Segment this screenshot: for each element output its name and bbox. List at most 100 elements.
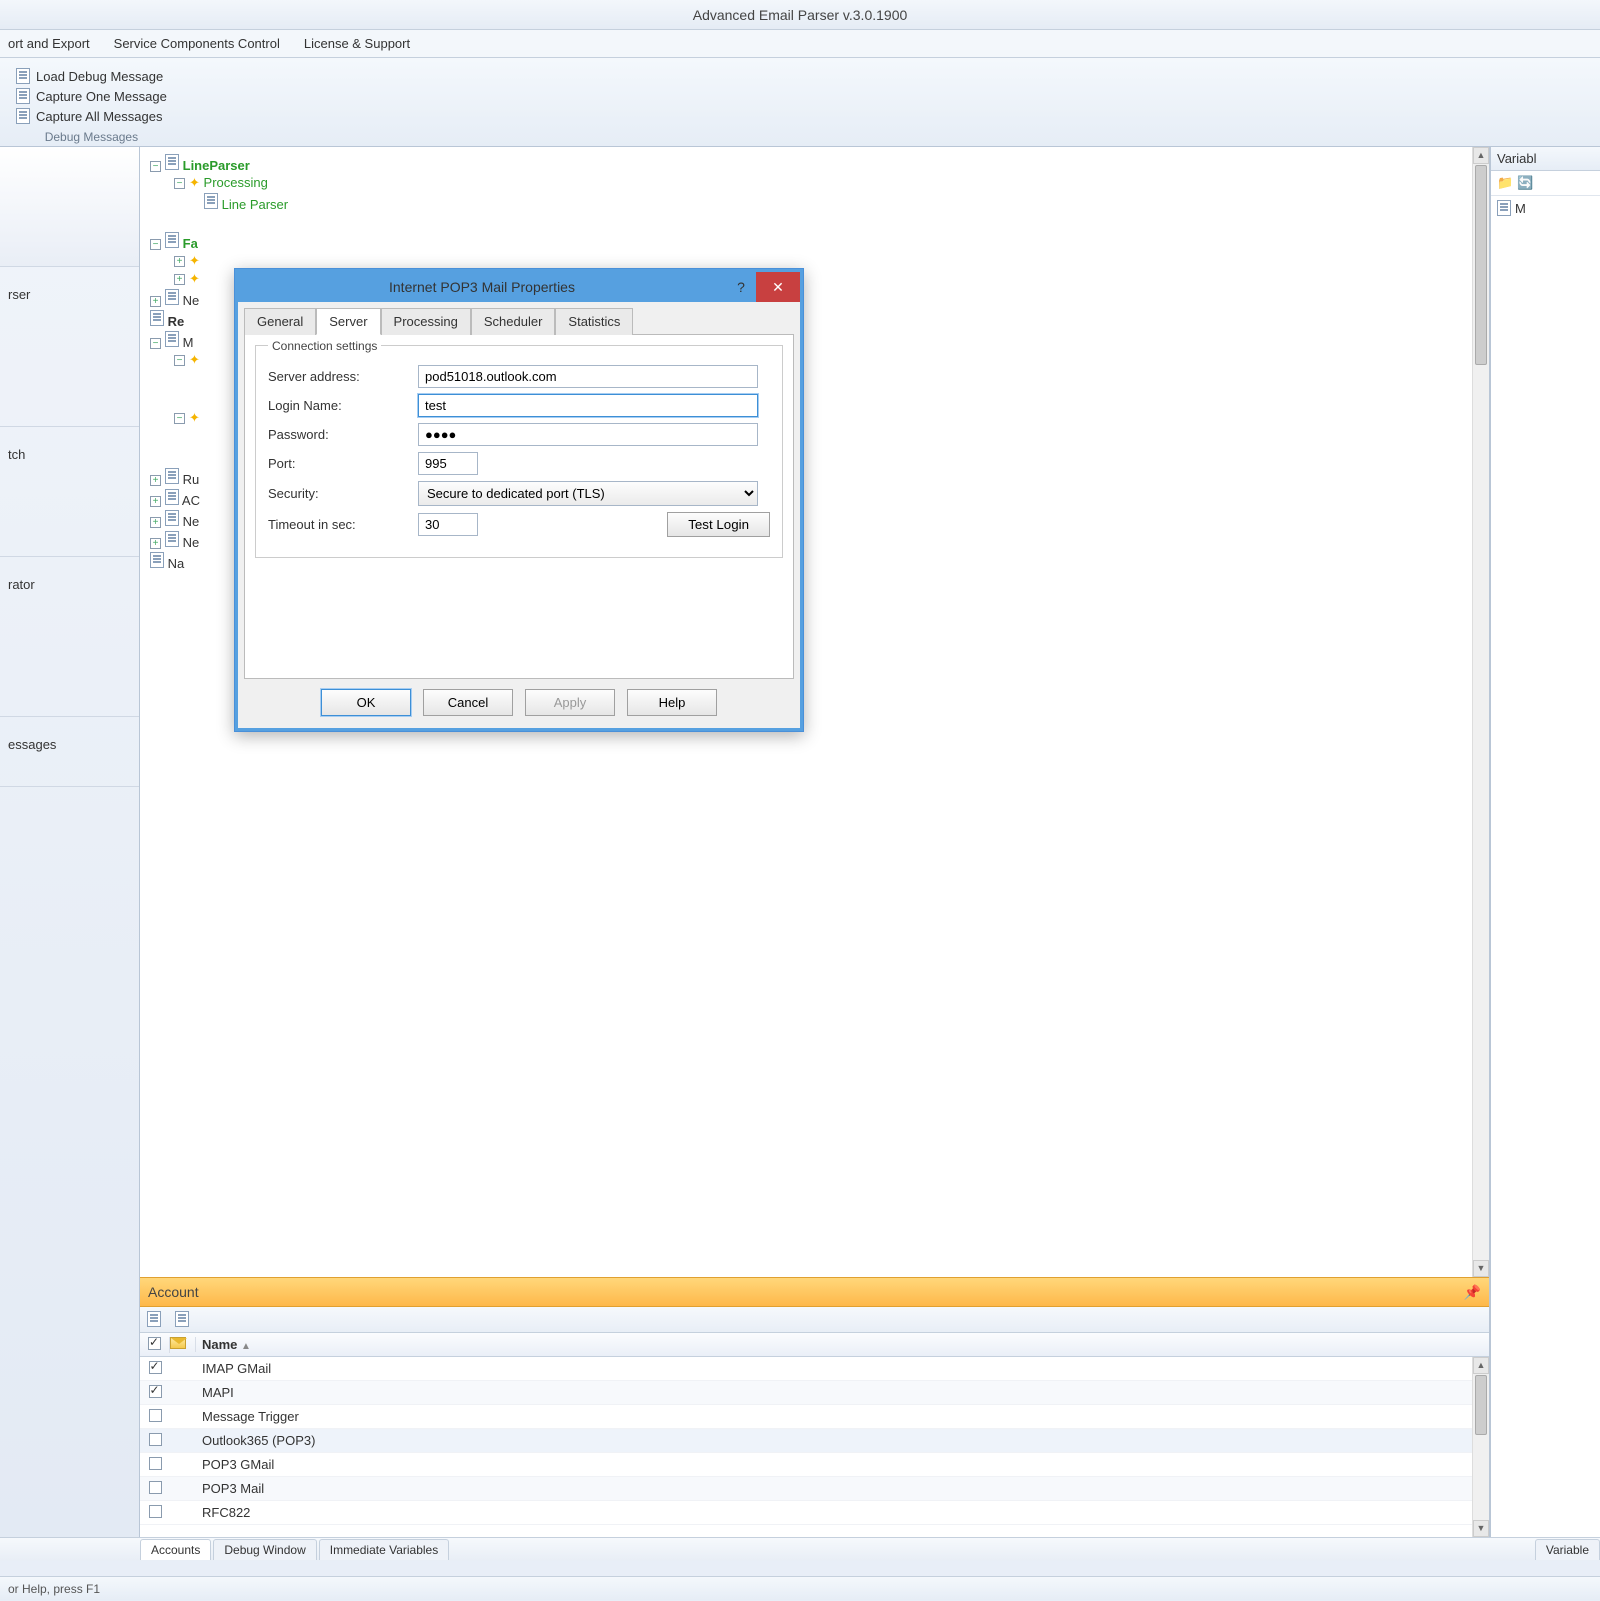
pin-icon[interactable]: 📌 (1464, 1284, 1481, 1301)
tree-item[interactable]: Ne (183, 535, 200, 550)
apply-button[interactable]: Apply (525, 689, 615, 716)
timeout-label: Timeout in sec: (268, 517, 418, 532)
nav-section[interactable] (0, 147, 139, 267)
tree-item[interactable]: Fa (183, 236, 198, 251)
scroll-thumb[interactable] (1475, 1375, 1487, 1435)
document-icon (1497, 200, 1511, 216)
row-checkbox[interactable] (149, 1361, 162, 1374)
expand-icon[interactable]: + (150, 538, 161, 549)
scrollbar-vertical[interactable]: ▲ ▼ (1472, 147, 1489, 1277)
gear-icon: ✦ (189, 410, 200, 425)
nav-section[interactable]: tch (0, 427, 139, 557)
timeout-input[interactable] (418, 513, 478, 536)
menu-license-support[interactable]: License & Support (304, 36, 410, 51)
account-row[interactable]: MAPI (140, 1381, 1489, 1405)
scroll-down-icon[interactable]: ▼ (1473, 1260, 1489, 1277)
nav-section[interactable]: essages (0, 717, 139, 787)
collapse-icon[interactable]: − (150, 239, 161, 250)
bottom-tab-bar: Accounts Debug Window Immediate Variable… (0, 1537, 1600, 1561)
tree-item-lineparser[interactable]: LineParser (183, 158, 250, 173)
menu-service-components[interactable]: Service Components Control (114, 36, 280, 51)
collapse-icon[interactable]: − (150, 338, 161, 349)
security-select[interactable]: Secure to dedicated port (TLS) (418, 481, 758, 506)
ok-button[interactable]: OK (321, 689, 411, 716)
row-checkbox[interactable] (149, 1481, 162, 1494)
capture-all-messages-button[interactable]: Capture All Messages (12, 106, 171, 126)
login-name-input[interactable] (418, 394, 758, 417)
tab-immediate-variables[interactable]: Immediate Variables (319, 1539, 450, 1560)
scroll-down-icon[interactable]: ▼ (1473, 1520, 1489, 1537)
capture-one-message-button[interactable]: Capture One Message (12, 86, 171, 106)
tab-accounts[interactable]: Accounts (140, 1539, 211, 1560)
expand-icon[interactable]: + (150, 296, 161, 307)
collapse-icon[interactable]: − (174, 413, 185, 424)
load-debug-message-button[interactable]: Load Debug Message (12, 66, 171, 86)
close-icon[interactable]: ✕ (756, 272, 800, 302)
collapse-icon[interactable]: − (150, 161, 161, 172)
tab-scheduler[interactable]: Scheduler (471, 308, 556, 335)
cancel-button[interactable]: Cancel (423, 689, 513, 716)
expand-icon[interactable]: + (150, 517, 161, 528)
toolbar-button[interactable] (174, 1310, 196, 1330)
server-address-label: Server address: (268, 369, 418, 384)
nav-section[interactable]: rser (0, 267, 139, 427)
password-input[interactable] (418, 423, 758, 446)
scroll-up-icon[interactable]: ▲ (1473, 147, 1489, 164)
tab-server[interactable]: Server (316, 308, 380, 335)
gear-icon: ✦ (189, 175, 200, 190)
port-input[interactable] (418, 452, 478, 475)
scroll-up-icon[interactable]: ▲ (1473, 1357, 1489, 1374)
document-icon (165, 510, 179, 526)
test-login-button[interactable]: Test Login (667, 512, 770, 537)
folder-icon[interactable]: 📁 (1497, 175, 1513, 191)
row-checkbox[interactable] (149, 1457, 162, 1470)
refresh-icon[interactable]: 🔄 (1517, 175, 1533, 191)
account-row[interactable]: Outlook365 (POP3) (140, 1429, 1489, 1453)
help-button[interactable]: Help (627, 689, 717, 716)
help-icon[interactable]: ? (726, 279, 756, 295)
dialog-buttons: OK Cancel Apply Help (244, 679, 794, 722)
tree-item[interactable]: Na (168, 556, 185, 571)
select-all-checkbox[interactable] (148, 1337, 161, 1350)
menu-import-export[interactable]: ort and Export (8, 36, 90, 51)
dialog-titlebar[interactable]: Internet POP3 Mail Properties ? ✕ (238, 272, 800, 302)
collapse-icon[interactable]: − (174, 355, 185, 366)
tab-processing[interactable]: Processing (381, 308, 471, 335)
nav-section[interactable]: rator (0, 557, 139, 717)
ribbon-label: Load Debug Message (36, 69, 163, 84)
tree-item[interactable]: M (183, 335, 194, 350)
scrollbar-vertical[interactable]: ▲ ▼ (1472, 1357, 1489, 1537)
tab-debug-window[interactable]: Debug Window (213, 1539, 316, 1560)
expand-icon[interactable]: + (174, 274, 185, 285)
column-name-header[interactable]: Name ▲ (196, 1337, 1489, 1352)
account-row[interactable]: POP3 Mail (140, 1477, 1489, 1501)
row-checkbox[interactable] (149, 1409, 162, 1422)
tree-item-processing[interactable]: Processing (204, 175, 268, 190)
expand-icon[interactable]: + (150, 496, 161, 507)
tree-item[interactable]: Re (168, 314, 185, 329)
row-checkbox[interactable] (149, 1505, 162, 1518)
collapse-icon[interactable]: − (174, 178, 185, 189)
variable-item[interactable]: M (1491, 196, 1600, 220)
tree-item[interactable]: Ne (183, 514, 200, 529)
tree-item-lineparser-child[interactable]: Line Parser (222, 197, 288, 212)
tab-statistics[interactable]: Statistics (555, 308, 633, 335)
tree-item[interactable]: Ne (183, 293, 200, 308)
toolbar-button[interactable] (146, 1310, 168, 1330)
expand-icon[interactable]: + (174, 256, 185, 267)
tab-variable[interactable]: Variable (1535, 1539, 1600, 1560)
document-icon (165, 232, 179, 248)
tree-item[interactable]: Ru (183, 472, 200, 487)
account-row[interactable]: IMAP GMail (140, 1357, 1489, 1381)
scroll-thumb[interactable] (1475, 165, 1487, 365)
expand-icon[interactable]: + (150, 475, 161, 486)
row-checkbox[interactable] (149, 1433, 162, 1446)
tab-general[interactable]: General (244, 308, 316, 335)
account-row[interactable]: RFC822 (140, 1501, 1489, 1525)
row-checkbox[interactable] (149, 1385, 162, 1398)
tree-item[interactable]: AC (182, 493, 200, 508)
account-row[interactable]: POP3 GMail (140, 1453, 1489, 1477)
ribbon-group-label: Debug Messages (12, 130, 171, 144)
account-row[interactable]: Message Trigger (140, 1405, 1489, 1429)
server-address-input[interactable] (418, 365, 758, 388)
